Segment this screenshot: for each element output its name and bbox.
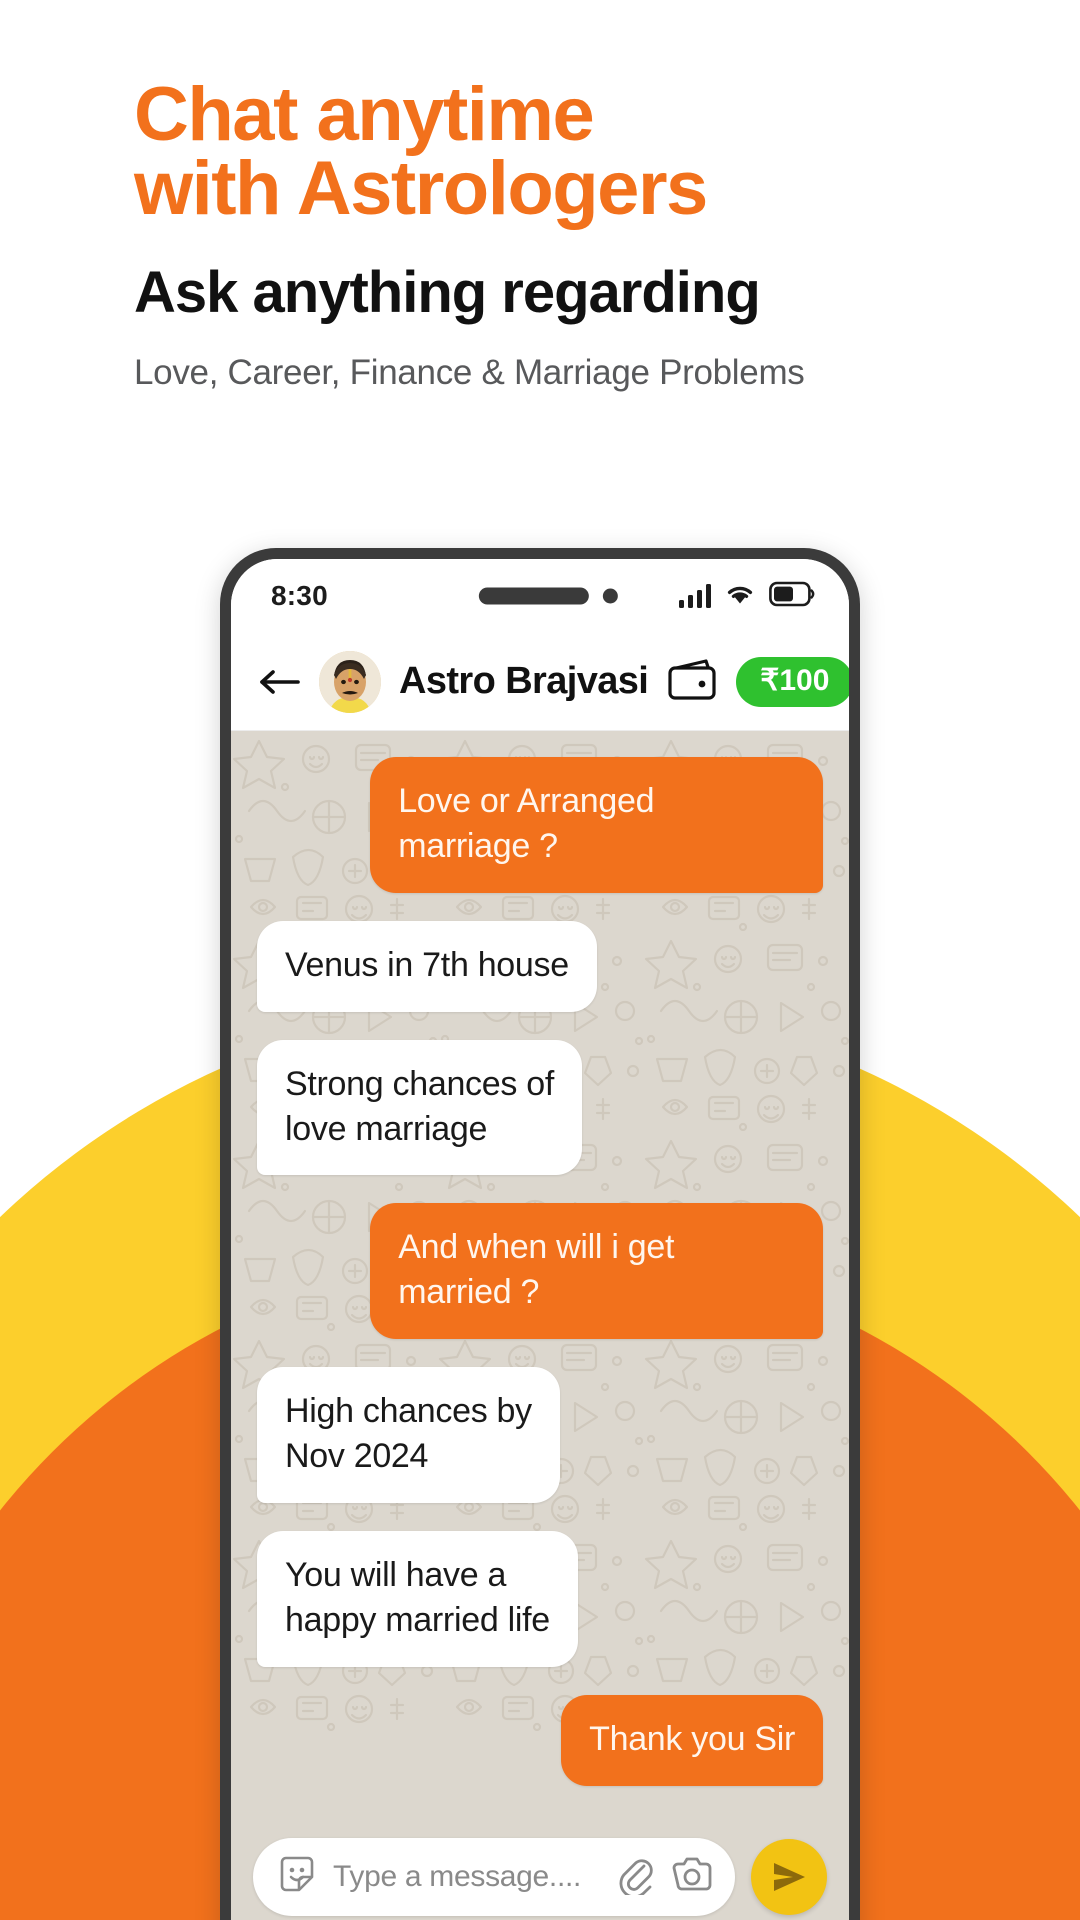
send-button[interactable] (751, 1839, 827, 1915)
chat-bubble-incoming[interactable]: You will have a happy married life (257, 1530, 578, 1667)
astrologer-avatar[interactable] (319, 650, 381, 713)
status-icons (678, 581, 816, 612)
paperclip-icon[interactable] (615, 1855, 655, 1900)
status-time: 8:30 (271, 580, 328, 611)
chat-message-list[interactable]: Love or Arranged marriage ? Venus in 7th… (231, 731, 849, 1828)
chat-bubble-incoming[interactable]: Venus in 7th house (257, 920, 597, 1012)
back-arrow-icon[interactable] (257, 660, 301, 704)
chat-bubble-incoming[interactable]: Strong chances of love marriage (257, 1039, 582, 1176)
headline-subtitle: Love, Career, Finance & Marriage Problem… (134, 352, 805, 392)
sticker-smiley-icon[interactable] (277, 1855, 317, 1900)
table-row: Thank you Sir (257, 1694, 823, 1786)
chat-bubble-outgoing[interactable]: And when will i get married ? (370, 1203, 823, 1340)
promo-headline-block: Chat anytime with Astrologers Ask anythi… (0, 0, 1080, 394)
camera-notch (478, 587, 618, 605)
wallet-balance-badge[interactable]: ₹100 (736, 656, 849, 707)
table-row: Love or Arranged marriage ? (257, 757, 823, 893)
notch-pill-icon (478, 587, 589, 605)
battery-icon (769, 581, 815, 612)
notch-dot-icon (602, 588, 618, 604)
table-row: You will have a happy married life (257, 1530, 823, 1667)
status-bar: 8:30 (231, 559, 849, 633)
signal-bars-icon (678, 584, 711, 608)
chat-header: Astro Brajvasi ₹100 (231, 633, 849, 731)
table-row: Strong chances of love marriage (257, 1039, 823, 1176)
chat-title: Astro Brajvasi (399, 660, 649, 702)
table-row: High chances by Nov 2024 (257, 1367, 823, 1503)
promo-screenshot: Chat anytime with Astrologers Ask anythi… (0, 0, 1080, 1920)
table-row: Venus in 7th house (257, 920, 823, 1012)
chat-bubble-incoming[interactable]: High chances by Nov 2024 (257, 1367, 560, 1503)
phone-mockup: 8:30 Astro Brajvasi ₹100 Love or Arrange… (220, 548, 860, 1920)
send-paper-plane-icon (774, 1863, 805, 1891)
chat-bubble-outgoing[interactable]: Love or Arranged marriage ? (370, 757, 823, 893)
headline-secondary: Ask anything regarding (134, 259, 761, 325)
table-row: And when will i get married ? (257, 1203, 823, 1340)
chat-bubble-outgoing[interactable]: Thank you Sir (561, 1694, 823, 1786)
search-input[interactable]: Type a message.... (333, 1860, 599, 1894)
chat-header-actions: ₹100 (666, 655, 849, 708)
headline-primary: Chat anytime with Astrologers (134, 72, 708, 232)
wallet-icon[interactable] (666, 655, 720, 708)
message-input-bar: Type a message.... (231, 1828, 849, 1920)
phone-screen: 8:30 Astro Brajvasi ₹100 Love or Arrange… (231, 559, 849, 1920)
message-input-container[interactable]: Type a message.... (253, 1838, 735, 1916)
wifi-icon (724, 582, 756, 611)
camera-icon[interactable] (671, 1855, 713, 1900)
